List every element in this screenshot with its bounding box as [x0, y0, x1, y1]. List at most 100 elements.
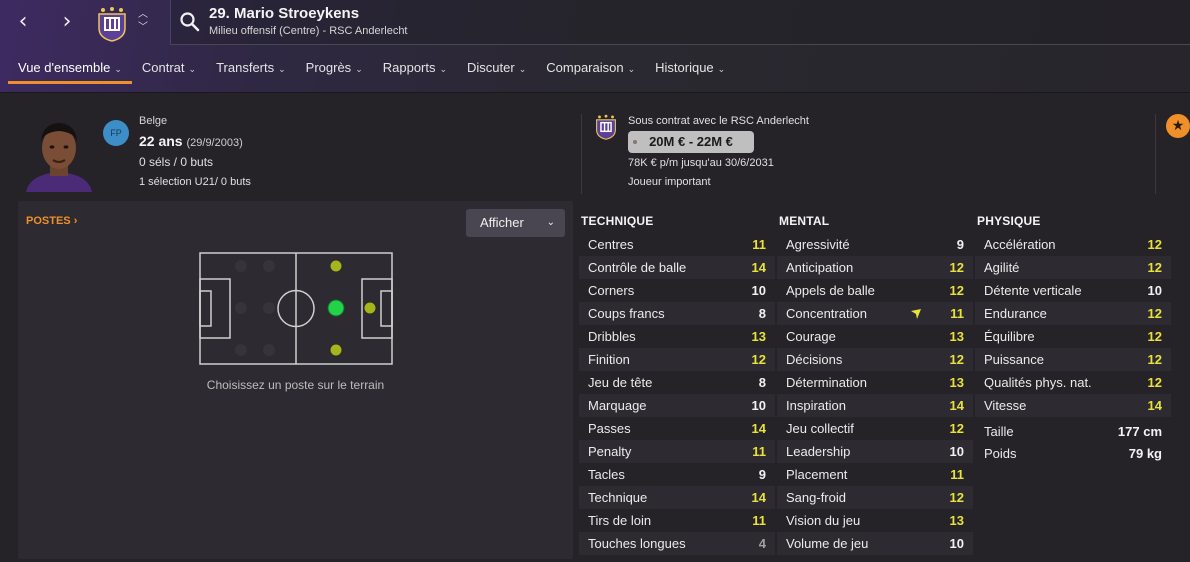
- attribute-row[interactable]: Puissance 12: [975, 348, 1171, 371]
- attribute-row[interactable]: Équilibre 12: [975, 325, 1171, 348]
- chevron-down-icon: ⌄: [717, 65, 726, 75]
- star-icon[interactable]: ★: [1166, 114, 1190, 138]
- attribute-value: 11: [950, 467, 964, 482]
- attribute-value: 12: [949, 421, 964, 436]
- position-marker-amr[interactable]: [329, 343, 343, 357]
- attribute-row[interactable]: Centres 11: [579, 233, 775, 256]
- tab-discuss[interactable]: Discuter ⌄: [457, 58, 536, 84]
- attribute-name: Jeu de tête: [588, 375, 653, 390]
- attribute-row[interactable]: Décisions 12: [777, 348, 973, 371]
- tab-comparison[interactable]: Comparaison ⌄: [536, 58, 645, 84]
- tab-bar: Vue d'ensemble ⌄ Contrat ⌄ Transferts ⌄ Pro…: [8, 58, 735, 86]
- attribute-value: 14: [949, 398, 964, 413]
- attribute-row[interactable]: Accélération 12: [975, 233, 1171, 256]
- technique-attributes: TECHNIQUE Centres 11 Contrôle de balle 14 Co…: [579, 214, 775, 555]
- attribute-row[interactable]: Contrôle de balle 14: [579, 256, 775, 279]
- tab-transfers[interactable]: Transferts ⌄: [206, 58, 296, 84]
- attribute-name: Détente verticale: [984, 283, 1082, 298]
- attribute-row[interactable]: Vitesse 14: [975, 394, 1171, 417]
- chevron-down-icon: ⌄: [188, 65, 197, 75]
- attribute-row[interactable]: Anticipation 12: [777, 256, 973, 279]
- attribute-name: Décisions: [786, 352, 843, 367]
- attribute-name: Anticipation: [786, 260, 854, 275]
- tab-history[interactable]: Historique ⌄: [645, 58, 735, 84]
- attribute-row[interactable]: Placement 11: [777, 463, 973, 486]
- attribute-value: 11: [752, 444, 766, 459]
- position-marker-amc[interactable]: [327, 299, 345, 317]
- attribute-row[interactable]: Qualités phys. nat. 12: [975, 371, 1171, 394]
- tab-overview[interactable]: Vue d'ensemble ⌄: [8, 58, 132, 84]
- transfer-value-tag[interactable]: 20M € - 22M €: [628, 131, 754, 153]
- attribute-row[interactable]: Touches longues 4: [579, 532, 775, 555]
- pitch-empty-slots: [235, 260, 342, 356]
- attribute-row[interactable]: Sang-froid 12: [777, 486, 973, 509]
- tab-progress[interactable]: Progrès ⌄: [296, 58, 373, 84]
- attribute-row[interactable]: Dribbles 13: [579, 325, 775, 348]
- chevron-down-icon: ⌄: [518, 65, 527, 75]
- attribute-row[interactable]: Penalty 11: [579, 440, 775, 463]
- attribute-row[interactable]: Détente verticale 10: [975, 279, 1171, 302]
- attribute-value: 10: [751, 398, 766, 413]
- attribute-row[interactable]: Coups francs 8: [579, 302, 775, 325]
- chevron-down-icon: ⌄: [278, 65, 286, 75]
- forward-arrow-icon[interactable]: ›: [54, 9, 80, 35]
- attribute-name: Agressivité: [786, 237, 850, 252]
- mental-attributes: MENTAL Agressivité 9 Anticipation 12 Appels …: [777, 214, 973, 555]
- search-icon[interactable]: [179, 11, 201, 33]
- attribute-row[interactable]: Appels de balle 12: [777, 279, 973, 302]
- attribute-row[interactable]: Courage 13: [777, 325, 973, 348]
- attribute-row[interactable]: Vision du jeu 13: [777, 509, 973, 532]
- contract-summary: Sous contrat avec le RSC Anderlecht 20M …: [581, 114, 1156, 194]
- attribute-value: 10: [949, 536, 964, 551]
- attribute-row[interactable]: Marquage 10: [579, 394, 775, 417]
- positions-link[interactable]: POSTES ›: [26, 215, 77, 227]
- nationality-badge[interactable]: FP: [103, 120, 129, 146]
- position-marker-aml[interactable]: [329, 259, 343, 273]
- attribute-row[interactable]: Agressivité 9: [777, 233, 973, 256]
- attribute-name: Jeu collectif: [786, 421, 854, 436]
- section-title: TECHNIQUE: [581, 214, 654, 228]
- attribute-row[interactable]: Concentration 11: [777, 302, 973, 325]
- attribute-row[interactable]: Tirs de loin 11: [579, 509, 775, 532]
- attribute-row[interactable]: Technique 14: [579, 486, 775, 509]
- player-info-strip: FP Belge 22 ans (29/9/2003) 0 séls / 0 b…: [0, 94, 1190, 200]
- back-arrow-icon[interactable]: ‹: [10, 9, 36, 35]
- tab-reports[interactable]: Rapports ⌄: [373, 58, 457, 84]
- attribute-name: Finition: [588, 352, 630, 367]
- pitch-diagram[interactable]: [199, 252, 393, 365]
- attribute-row[interactable]: Leadership 10: [777, 440, 973, 463]
- attribute-name: Vision du jeu: [786, 513, 861, 528]
- attribute-name: Touches longues: [588, 536, 686, 551]
- attribute-row[interactable]: Passes 14: [579, 417, 775, 440]
- attribute-row[interactable]: Endurance 12: [975, 302, 1171, 325]
- attribute-name: Tirs de loin: [588, 513, 652, 528]
- pitch-hint: Choisissez un poste sur le terrain: [206, 378, 385, 392]
- attribute-row[interactable]: Tacles 9: [579, 463, 775, 486]
- club-crest-icon[interactable]: [94, 6, 130, 42]
- chevron-down-icon: ⌄: [114, 65, 122, 75]
- attribute-row[interactable]: Détermination 13: [777, 371, 973, 394]
- attribute-row[interactable]: Agilité 12: [975, 256, 1171, 279]
- attribute-value: 11: [752, 237, 766, 252]
- attribute-row[interactable]: Volume de jeu 10: [777, 532, 973, 555]
- position-marker-st[interactable]: [363, 301, 377, 315]
- attribute-name: Puissance: [984, 352, 1044, 367]
- attribute-row[interactable]: Corners 10: [579, 279, 775, 302]
- updown-icon[interactable]: ︿ ﹀: [137, 8, 149, 36]
- attribute-name: Vitesse: [984, 398, 1027, 413]
- club-crest-icon[interactable]: [593, 114, 619, 140]
- attribute-value: 12: [1147, 352, 1162, 367]
- attribute-row[interactable]: Jeu collectif 12: [777, 417, 973, 440]
- attribute-row[interactable]: Jeu de tête 8: [579, 371, 775, 394]
- attribute-row[interactable]: Finition 12: [579, 348, 775, 371]
- attribute-name: Tacles: [588, 467, 625, 482]
- tab-contract[interactable]: Contrat ⌄: [132, 58, 206, 84]
- physical-attributes: PHYSIQUE Accélération 12 Agilité 12 Détente …: [975, 214, 1171, 464]
- attribute-value: 13: [751, 329, 766, 344]
- positions-panel: POSTES › Afficher ⌄ Choisissez un poste s…: [18, 201, 573, 559]
- display-dropdown[interactable]: Afficher ⌄: [466, 209, 565, 237]
- attribute-value: 9: [956, 237, 964, 252]
- attribute-name: Concentration: [786, 306, 867, 321]
- attribute-row[interactable]: Inspiration 14: [777, 394, 973, 417]
- player-name: 29. Mario Stroeykens: [209, 5, 360, 22]
